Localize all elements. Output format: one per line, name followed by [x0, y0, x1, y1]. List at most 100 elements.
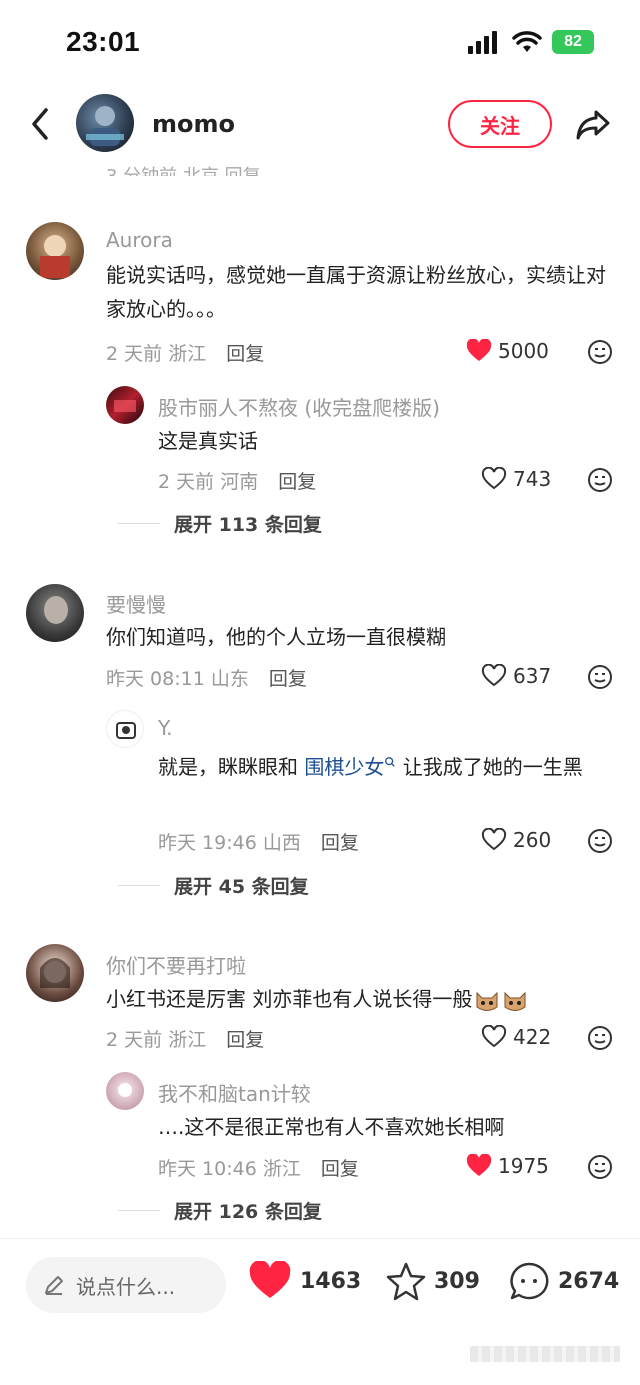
note-like-count: 1463	[300, 1268, 362, 1294]
reply-button[interactable]: 回复	[321, 832, 359, 854]
pencil-icon	[45, 1276, 63, 1295]
author-avatar[interactable]	[76, 94, 134, 152]
emoji-reaction-icon[interactable]	[587, 828, 613, 854]
bottom-action-bar: 说点什么... 1463 309 2674	[0, 1238, 640, 1330]
reply-name[interactable]: Y.	[158, 716, 173, 740]
divider	[118, 885, 160, 886]
commenter-name[interactable]: 要慢慢	[106, 589, 166, 618]
reply-name[interactable]: 我不和脑tan计较	[158, 1078, 311, 1107]
commenter-avatar[interactable]	[26, 222, 84, 280]
comment-meta: 昨天 08:11 山东 回复	[106, 664, 307, 691]
cat-emoji-icon	[476, 991, 498, 1011]
battery-icon: 82	[552, 30, 594, 54]
commenter-name[interactable]: Aurora	[106, 228, 173, 252]
comment-input[interactable]: 说点什么...	[26, 1257, 226, 1313]
previous-comment-meta: 3 分钟前 北京 回复	[106, 162, 261, 176]
like-count: 5000	[498, 339, 549, 363]
commenter-avatar[interactable]	[26, 584, 84, 642]
star-icon	[386, 1262, 426, 1301]
reply-button[interactable]: 回复	[269, 668, 307, 690]
emoji-reaction-icon[interactable]	[587, 664, 613, 690]
reply-location: 河南	[220, 471, 259, 493]
note-comment-count: 2674	[558, 1268, 620, 1294]
divider	[118, 523, 160, 524]
like-button[interactable]: 637	[481, 664, 551, 688]
expand-replies-button[interactable]: 展开 45 条回复	[118, 872, 309, 899]
heart-filled-icon	[466, 1154, 492, 1176]
reply-time: 昨天 10:46	[158, 1158, 257, 1180]
like-button[interactable]: 1975	[466, 1154, 549, 1178]
divider	[118, 1210, 160, 1211]
status-bar: 23:01 82	[0, 0, 640, 80]
expand-label: 展开 113 条回复	[174, 514, 322, 536]
like-count: 637	[513, 664, 552, 688]
comment-input-placeholder: 说点什么...	[76, 1274, 176, 1299]
comment-time: 2 天前	[106, 1029, 163, 1051]
reply-button[interactable]: 回复	[226, 1029, 264, 1051]
note-collect-count: 309	[434, 1268, 480, 1294]
note-header: momo 关注	[0, 86, 640, 162]
cat-emoji-icon	[504, 991, 526, 1011]
comment-bubble-icon	[510, 1262, 549, 1300]
note-comment-button[interactable]: 2674	[508, 1261, 619, 1301]
emoji-reaction-icon[interactable]	[587, 1154, 613, 1180]
reply-avatar[interactable]	[106, 1072, 144, 1110]
watermark	[470, 1346, 620, 1362]
reply-location: 山西	[262, 832, 301, 854]
emoji-reaction-icon[interactable]	[587, 467, 613, 493]
reply-time: 2 天前	[158, 471, 215, 493]
reply-button[interactable]: 回复	[278, 471, 316, 493]
back-arrow-icon[interactable]	[26, 104, 54, 144]
comment-time: 昨天 08:11	[106, 668, 205, 690]
comment-location: 浙江	[168, 343, 207, 365]
reply-meta: 昨天 19:46 山西 回复	[158, 828, 359, 855]
note-collect-button[interactable]: 309	[386, 1261, 480, 1301]
reply-text: 就是，眯眯眼和 围棋少女 让我成了她的一生黑	[158, 750, 608, 784]
commenter-avatar[interactable]	[26, 944, 84, 1002]
expand-replies-button[interactable]: 展开 113 条回复	[118, 510, 322, 537]
reply-text: ….这不是很正常也有人不喜欢她长相啊	[158, 1115, 505, 1139]
comment-text-part: 小红书还是厉害 刘亦菲也有人说长得一般	[106, 987, 473, 1011]
reply-time: 昨天 19:46	[158, 832, 257, 854]
emoji-reaction-icon[interactable]	[587, 339, 613, 365]
comment-text: 你们知道吗，他的个人立场一直很模糊	[106, 625, 446, 649]
heart-outline-icon	[481, 828, 507, 851]
status-time: 23:01	[66, 26, 141, 57]
signal-icon	[468, 31, 497, 54]
like-button[interactable]: 5000	[466, 339, 549, 363]
heart-filled-icon	[466, 339, 492, 361]
reply-button[interactable]: 回复	[226, 343, 264, 365]
reply-avatar[interactable]	[106, 386, 144, 424]
like-count: 1975	[498, 1154, 549, 1178]
note-like-button[interactable]: 1463	[248, 1261, 361, 1301]
reply-text: 这是真实话	[158, 429, 258, 453]
follow-button[interactable]: 关注	[448, 100, 552, 148]
reply-text-part: 就是，眯眯眼和	[158, 755, 305, 779]
like-count: 743	[513, 467, 552, 491]
reply-name[interactable]: 股市丽人不熬夜 (收完盘爬楼版)	[158, 392, 440, 421]
expand-label: 展开 45 条回复	[174, 876, 309, 898]
comment-text: 小红书还是厉害 刘亦菲也有人说长得一般	[106, 982, 616, 1016]
topic-link[interactable]: 围棋少女	[304, 755, 384, 779]
expand-replies-button[interactable]: 展开 126 条回复	[118, 1197, 322, 1224]
heart-outline-icon	[481, 664, 507, 687]
comment-text: 能说实话吗，感觉她一直属于资源让粉丝放心，实绩让对家放心的。。。	[106, 263, 606, 321]
reply-avatar[interactable]	[106, 710, 144, 748]
commenter-name[interactable]: 你们不要再打啦	[106, 950, 246, 979]
share-icon[interactable]	[574, 106, 612, 142]
emoji-reaction-icon[interactable]	[587, 1025, 613, 1051]
reply-button[interactable]: 回复	[321, 1158, 359, 1180]
heart-filled-icon	[249, 1261, 291, 1298]
comment-meta: 2 天前 浙江 回复	[106, 339, 264, 366]
search-icon[interactable]	[384, 756, 396, 768]
reply-location: 浙江	[262, 1158, 301, 1180]
reply-text-part: 让我成了她的一生黑	[396, 755, 583, 779]
wifi-icon	[512, 31, 542, 52]
comment-location: 浙江	[168, 1029, 207, 1051]
like-button[interactable]: 260	[481, 828, 551, 852]
comment-time: 2 天前	[106, 343, 163, 365]
author-username[interactable]: momo	[152, 110, 235, 138]
like-button[interactable]: 422	[481, 1025, 551, 1049]
reply-meta: 2 天前 河南 回复	[158, 467, 316, 494]
like-button[interactable]: 743	[481, 467, 551, 491]
